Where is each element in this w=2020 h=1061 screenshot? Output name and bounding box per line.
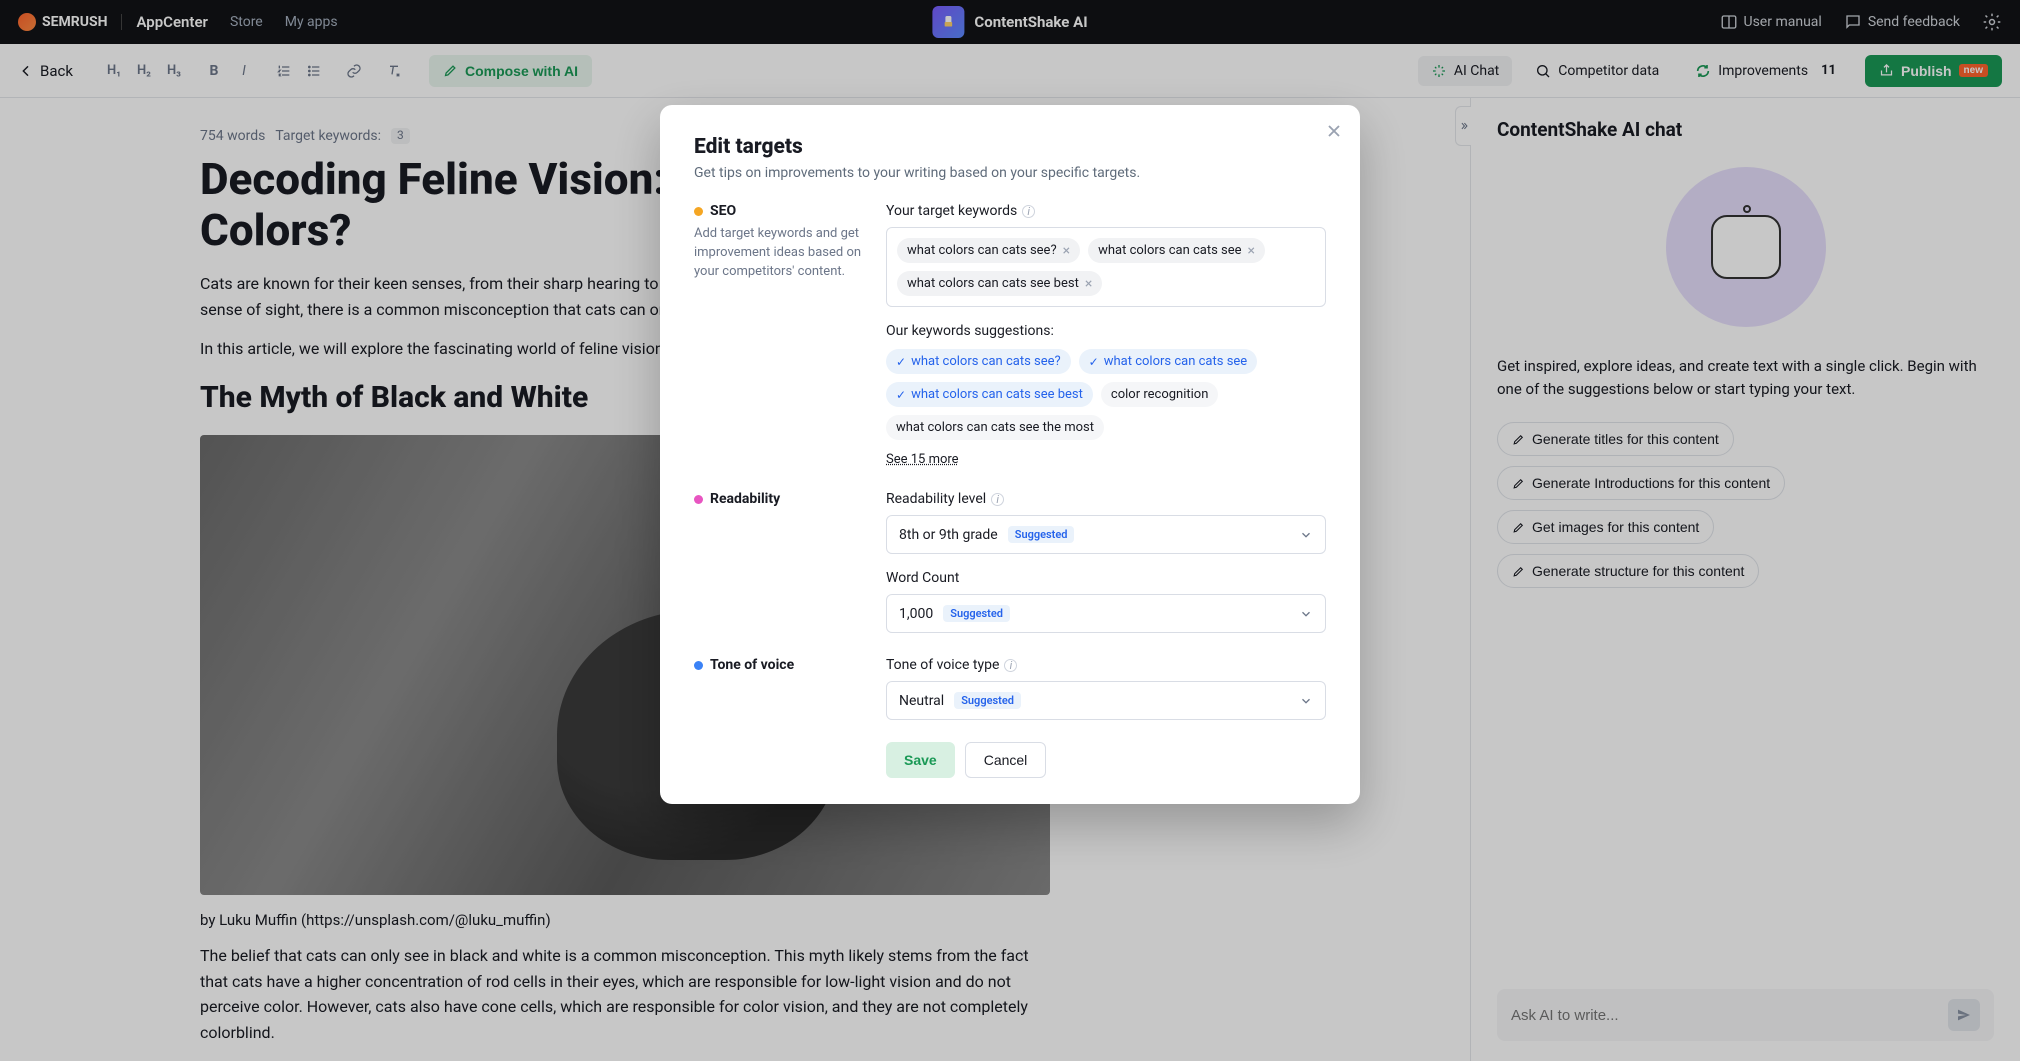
word-count-value: 1,000 (899, 606, 933, 622)
readability-value: 8th or 9th grade (899, 527, 998, 543)
modal-subtitle: Get tips on improvements to your writing… (694, 165, 1326, 181)
see-more-link[interactable]: See 15 more (886, 452, 959, 467)
keyword-chip: what colors can cats see?× (897, 238, 1080, 263)
suggestion-chip[interactable]: ✓what colors can cats see? (886, 349, 1071, 374)
remove-keyword-button[interactable]: × (1085, 277, 1092, 291)
readability-level-label: Readability leveli (886, 491, 1326, 507)
word-count-select[interactable]: 1,000 Suggested (886, 594, 1326, 633)
suggested-badge: Suggested (954, 692, 1021, 709)
dot-pink-icon (694, 495, 703, 504)
check-icon: ✓ (1089, 355, 1099, 369)
suggestion-chip[interactable]: color recognition (1101, 382, 1218, 407)
remove-keyword-button[interactable]: × (1063, 244, 1070, 258)
tone-type-label: Tone of voice typei (886, 657, 1326, 673)
keyword-chip: what colors can cats see best× (897, 271, 1102, 296)
tone-type-select[interactable]: Neutral Suggested (886, 681, 1326, 720)
check-icon: ✓ (896, 388, 906, 402)
cancel-button[interactable]: Cancel (965, 742, 1047, 778)
close-icon (1324, 121, 1344, 141)
tone-value: Neutral (899, 693, 944, 709)
seo-section-title: SEO (694, 203, 868, 219)
dot-blue-icon (694, 661, 703, 670)
info-icon[interactable]: i (991, 493, 1004, 506)
dot-orange-icon (694, 207, 703, 216)
chevron-down-icon (1299, 694, 1313, 708)
suggested-badge: Suggested (943, 605, 1010, 622)
edit-targets-modal: Edit targets Get tips on improvements to… (660, 105, 1360, 804)
check-icon: ✓ (896, 355, 906, 369)
readability-section-title: Readability (694, 491, 868, 507)
tone-section-title: Tone of voice (694, 657, 868, 673)
close-button[interactable] (1324, 121, 1344, 141)
chevron-down-icon (1299, 528, 1313, 542)
seo-section-desc: Add target keywords and get improvement … (694, 225, 868, 282)
readability-level-select[interactable]: 8th or 9th grade Suggested (886, 515, 1326, 554)
suggestion-chip[interactable]: ✓what colors can cats see (1079, 349, 1258, 374)
suggestion-chip[interactable]: ✓what colors can cats see best (886, 382, 1093, 407)
modal-title: Edit targets (694, 135, 1326, 159)
save-button[interactable]: Save (886, 742, 955, 778)
modal-overlay[interactable]: Edit targets Get tips on improvements to… (0, 0, 2020, 1061)
keyword-suggestions-label: Our keywords suggestions: (886, 323, 1326, 339)
suggested-badge: Suggested (1008, 526, 1075, 543)
suggestion-chip[interactable]: what colors can cats see the most (886, 415, 1104, 440)
word-count-label: Word Count (886, 570, 1326, 586)
remove-keyword-button[interactable]: × (1248, 244, 1255, 258)
info-icon[interactable]: i (1022, 205, 1035, 218)
chevron-down-icon (1299, 607, 1313, 621)
keyword-chip: what colors can cats see× (1088, 238, 1265, 263)
target-keywords-label: Your target keywordsi (886, 203, 1326, 219)
info-icon[interactable]: i (1004, 659, 1017, 672)
target-keywords-input[interactable]: what colors can cats see?× what colors c… (886, 227, 1326, 307)
